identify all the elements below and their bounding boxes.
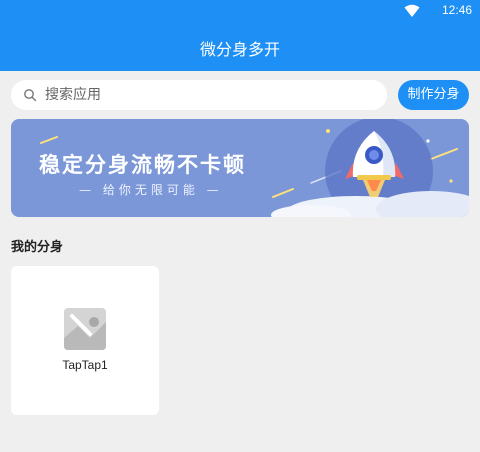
search-icon [24, 89, 37, 102]
clone-app-name: TapTap1 [62, 358, 108, 372]
banner-subline: — 给你无限可能 — [79, 183, 223, 197]
search-input[interactable] [45, 80, 375, 110]
status-time: 12:46 [441, 3, 472, 17]
page-title: 微分身多开 [199, 40, 280, 59]
make-clone-button[interactable]: 制作分身 [398, 80, 469, 110]
clone-app-card[interactable]: TapTap1 [11, 266, 159, 415]
status-bar: 12:46 [0, 0, 480, 22]
app-placeholder-icon [64, 308, 106, 350]
wifi-icon [404, 4, 420, 17]
banner-headline: 稳定分身流畅不卡顿 [39, 153, 246, 177]
section-title-my-clones: 我的分身 [11, 240, 64, 255]
promo-banner[interactable]: 稳定分身流畅不卡顿 — 给你无限可能 — [11, 119, 469, 217]
search-bar[interactable] [11, 80, 387, 110]
app-bar: 微分身多开 [0, 22, 480, 71]
